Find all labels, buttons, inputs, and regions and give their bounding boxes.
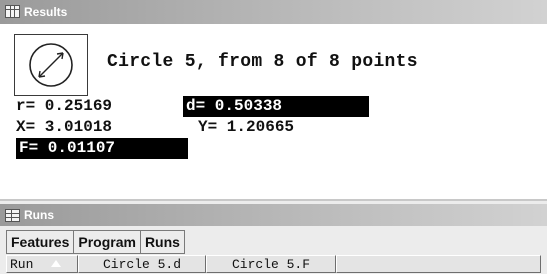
runs-grid-header: Run Circle 5.d Circle 5.F (6, 255, 541, 273)
column-header-empty[interactable] (336, 255, 541, 273)
runs-titlebar[interactable]: Runs (0, 204, 547, 226)
form-error-value[interactable]: F= 0.01107 (16, 138, 188, 159)
runs-table-icon (5, 209, 20, 222)
circle-feature-icon (14, 34, 88, 96)
diameter-value[interactable]: d= 0.50338 (183, 96, 369, 117)
runs-tab-bar: Features Program Runs (6, 230, 185, 254)
grid-icon (5, 5, 20, 18)
runs-window: Runs Features Program Runs Run Circle 5.… (0, 199, 547, 274)
radius-value: r= 0.25169 (16, 97, 113, 115)
column-header-circle-5-f[interactable]: Circle 5.F (206, 255, 336, 273)
tab-program[interactable]: Program (74, 231, 141, 253)
sort-ascending-icon (51, 260, 61, 267)
results-window: Results Circle 5, from 8 of 8 points r= … (0, 0, 547, 199)
feature-heading: Circle 5, from 8 of 8 points (107, 52, 418, 72)
column-header-circle-5-d[interactable]: Circle 5.d (78, 255, 206, 273)
y-value: Y= 1.20665 (198, 118, 295, 136)
x-value: X= 3.01018 (16, 118, 113, 136)
column-header-run[interactable]: Run (6, 255, 78, 273)
screen: Results Circle 5, from 8 of 8 points r= … (0, 0, 547, 274)
column-header-run-label: Run (10, 257, 34, 272)
results-title: Results (24, 5, 68, 19)
tab-features[interactable]: Features (7, 231, 75, 253)
tab-runs[interactable]: Runs (141, 231, 184, 253)
results-titlebar[interactable]: Results (0, 0, 547, 24)
runs-title: Runs (24, 208, 54, 222)
